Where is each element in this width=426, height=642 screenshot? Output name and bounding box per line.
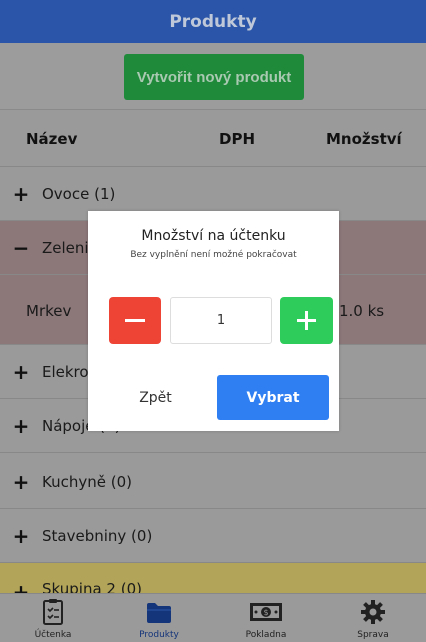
nav-item-pokladna[interactable]: $ Pokladna	[213, 594, 319, 642]
group-label: Ovoce (1)	[42, 184, 116, 203]
product-quantity: 1.0 ks	[339, 302, 385, 320]
bottom-navigation: Účtenka Produkty $ Pokladna Sprava	[0, 593, 426, 642]
create-product-button[interactable]: Vytvořit nový produkt	[124, 54, 304, 100]
group-row-kuchyne[interactable]: + Kuchyně (0)	[0, 455, 426, 509]
svg-text:$: $	[263, 608, 268, 617]
page-title: Produkty	[169, 11, 257, 32]
nav-item-uctenka[interactable]: Účtenka	[0, 594, 106, 642]
gear-icon	[361, 600, 385, 624]
cash-icon: $	[250, 603, 282, 621]
expand-icon: +	[12, 413, 30, 438]
expand-icon: +	[12, 469, 30, 494]
minus-icon	[125, 319, 145, 322]
table-header: Název DPH Množství	[0, 110, 426, 167]
dialog-title: Množství na účtenku	[141, 228, 286, 244]
nav-label: Pokladna	[245, 630, 287, 640]
receipt-icon	[43, 599, 63, 625]
increase-button[interactable]	[280, 297, 333, 344]
collapse-icon: −	[12, 235, 30, 260]
page-header: Produkty	[0, 0, 426, 43]
group-row-stavebniny[interactable]: + Stavebniny (0)	[0, 509, 426, 563]
expand-icon: +	[12, 359, 30, 384]
nav-item-produkty[interactable]: Produkty	[106, 594, 212, 642]
select-button[interactable]: Vybrat	[217, 375, 329, 420]
nav-label: Produkty	[139, 630, 179, 640]
group-label: Kuchyně (0)	[42, 472, 132, 491]
expand-icon: +	[12, 523, 30, 548]
nav-label: Účtenka	[34, 630, 72, 640]
group-label: Stavebniny (0)	[42, 526, 153, 545]
expand-icon: +	[12, 181, 30, 206]
dialog-subtitle: Bez vyplnění není možné pokračovat	[130, 250, 297, 260]
folder-icon	[147, 603, 171, 623]
back-button[interactable]: Zpět	[108, 376, 203, 420]
product-name: Mrkev	[26, 302, 72, 320]
decrease-button[interactable]	[109, 297, 161, 344]
nav-label: Sprava	[357, 630, 389, 640]
quantity-dialog: Množství na účtenku Bez vyplnění není mo…	[88, 211, 339, 431]
column-quantity: Množství	[326, 130, 402, 148]
column-vat: DPH	[219, 130, 255, 148]
column-name: Název	[26, 130, 78, 148]
toolbar: Vytvořit nový produkt	[0, 43, 426, 110]
quantity-input[interactable]	[170, 297, 272, 344]
nav-item-sprava[interactable]: Sprava	[320, 594, 426, 642]
